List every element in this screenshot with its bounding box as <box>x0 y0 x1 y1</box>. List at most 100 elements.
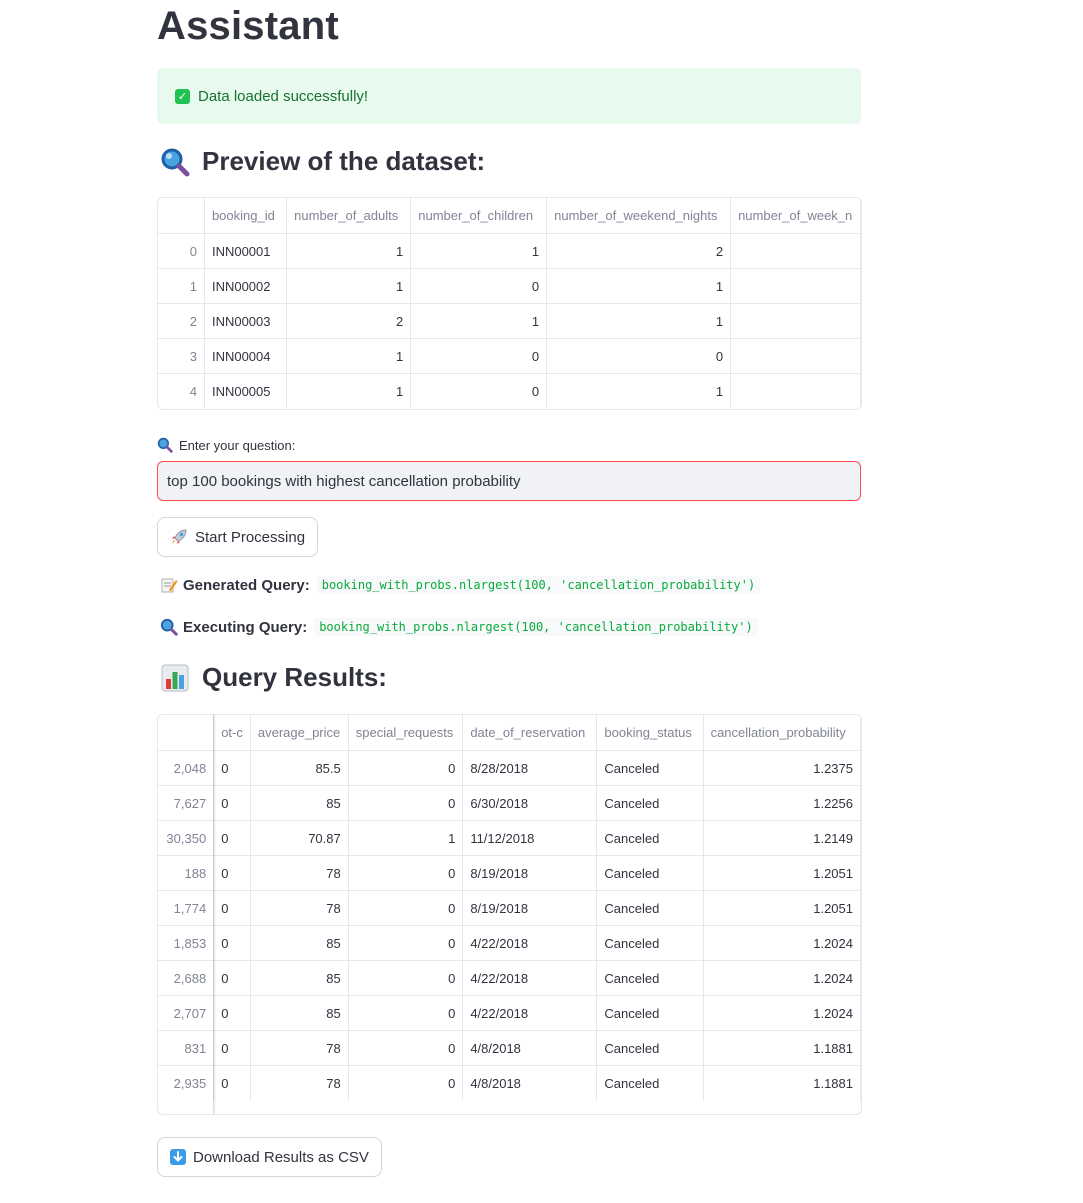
table-cell[interactable]: 85 <box>250 960 349 996</box>
row-index-cell[interactable]: 4 <box>158 373 205 408</box>
table-cell[interactable]: 85 <box>250 925 349 961</box>
column-header[interactable]: number_of_adults <box>286 198 412 234</box>
table-cell[interactable]: Canceled <box>596 785 704 821</box>
column-header[interactable] <box>158 715 215 751</box>
row-index-cell[interactable]: 2,688 <box>158 960 215 996</box>
column-header[interactable]: number_of_week_n <box>730 198 861 234</box>
column-header[interactable]: special_requests <box>348 715 464 751</box>
table-cell[interactable]: Canceled <box>596 1065 704 1100</box>
table-cell[interactable]: 0 <box>213 960 251 996</box>
table-cell[interactable] <box>730 303 861 339</box>
column-header[interactable]: average_price <box>250 715 349 751</box>
table-cell[interactable]: 0 <box>348 995 464 1031</box>
table-cell[interactable]: 4/22/2018 <box>462 960 598 996</box>
column-header[interactable]: ot-c <box>213 715 251 751</box>
table-cell[interactable]: 1.2149 <box>703 820 861 856</box>
table-cell[interactable] <box>730 338 861 374</box>
start-processing-button[interactable]: Start Processing <box>157 517 319 557</box>
table-cell[interactable]: 0 <box>213 995 251 1031</box>
table-cell[interactable]: Canceled <box>596 995 704 1031</box>
table-row[interactable]: 2,707 0 85 0 4/22/2018 Canceled 1.2024 <box>158 995 861 1031</box>
row-index-cell[interactable]: 3 <box>158 338 205 374</box>
table-cell[interactable]: 1.1881 <box>703 1065 861 1100</box>
table-cell[interactable]: 0 <box>213 925 251 961</box>
table-cell[interactable]: INN00003 <box>204 303 288 339</box>
table-cell[interactable]: 1.2375 <box>703 750 861 786</box>
table-cell[interactable]: 85 <box>250 995 349 1031</box>
table-cell[interactable]: 1 <box>410 233 548 269</box>
row-index-cell[interactable]: 0 <box>158 233 205 269</box>
table-cell[interactable]: 78 <box>250 890 349 926</box>
table-cell[interactable]: 4/8/2018 <box>462 1065 598 1100</box>
table-row[interactable]: 7,627 0 85 0 6/30/2018 Canceled 1.2256 <box>158 785 861 821</box>
column-header[interactable]: number_of_weekend_nights <box>546 198 732 234</box>
table-cell[interactable]: 1.2024 <box>703 995 861 1031</box>
row-index-cell[interactable]: 1 <box>158 268 205 304</box>
table-cell[interactable] <box>730 373 861 408</box>
row-index-cell[interactable]: 7,627 <box>158 785 215 821</box>
table-cell[interactable]: Canceled <box>596 820 704 856</box>
row-index-cell[interactable]: 1,774 <box>158 890 215 926</box>
table-cell[interactable]: 78 <box>250 1030 349 1066</box>
table-cell[interactable]: 0 <box>348 785 464 821</box>
table-cell[interactable]: 1 <box>546 268 732 304</box>
row-index-cell[interactable]: 2,048 <box>158 750 215 786</box>
table-cell[interactable]: 8/19/2018 <box>462 855 598 891</box>
table-cell[interactable]: 1.2024 <box>703 960 861 996</box>
table-row[interactable]: 1,853 0 85 0 4/22/2018 Canceled 1.2024 <box>158 925 861 961</box>
table-cell[interactable]: 2 <box>286 303 412 339</box>
table-cell[interactable]: 0 <box>213 750 251 786</box>
table-cell[interactable]: 1 <box>286 233 412 269</box>
table-cell[interactable]: 6/30/2018 <box>462 785 598 821</box>
table-cell[interactable]: 2 <box>546 233 732 269</box>
table-cell[interactable] <box>730 268 861 304</box>
table-cell[interactable]: 85.5 <box>250 750 349 786</box>
row-index-cell[interactable]: 30,350 <box>158 820 215 856</box>
preview-table[interactable]: booking_id number_of_adults number_of_ch… <box>157 197 862 410</box>
table-cell[interactable]: 85 <box>250 785 349 821</box>
table-row[interactable]: 2,688 0 85 0 4/22/2018 Canceled 1.2024 <box>158 960 861 996</box>
table-cell[interactable]: 4/8/2018 <box>462 1030 598 1066</box>
table-cell[interactable]: 0 <box>213 1030 251 1066</box>
table-row[interactable]: 1,774 0 78 0 8/19/2018 Canceled 1.2051 <box>158 890 861 926</box>
table-cell[interactable]: 1 <box>546 373 732 408</box>
table-cell[interactable]: 0 <box>213 890 251 926</box>
table-cell[interactable]: 1 <box>410 303 548 339</box>
column-header[interactable]: cancellation_probability <box>703 715 861 751</box>
table-cell[interactable]: INN00005 <box>204 373 288 408</box>
row-index-cell[interactable]: 2 <box>158 303 205 339</box>
row-index-cell[interactable]: 2,935 <box>158 1065 215 1100</box>
table-row[interactable]: 831 0 78 0 4/8/2018 Canceled 1.1881 <box>158 1030 861 1066</box>
table-cell[interactable] <box>730 233 861 269</box>
table-cell[interactable]: 11/12/2018 <box>462 820 598 856</box>
table-cell[interactable]: Canceled <box>596 925 704 961</box>
table-cell[interactable]: 1 <box>286 373 412 408</box>
table-row[interactable]: 3 INN00004 1 0 0 <box>158 338 861 374</box>
column-header[interactable] <box>158 198 205 234</box>
table-cell[interactable]: 1 <box>348 820 464 856</box>
table-cell[interactable]: 8/19/2018 <box>462 890 598 926</box>
table-cell[interactable]: 0 <box>213 785 251 821</box>
row-index-cell[interactable]: 2,707 <box>158 995 215 1031</box>
table-cell[interactable]: 1.2256 <box>703 785 861 821</box>
column-header[interactable]: booking_status <box>596 715 704 751</box>
column-header[interactable]: booking_id <box>204 198 288 234</box>
table-cell[interactable]: 0 <box>213 855 251 891</box>
table-cell[interactable]: 78 <box>250 1065 349 1100</box>
table-cell[interactable]: 70.87 <box>250 820 349 856</box>
table-cell[interactable]: INN00001 <box>204 233 288 269</box>
table-row[interactable]: 2 INN00003 2 1 1 <box>158 303 861 339</box>
row-index-cell[interactable]: 1,853 <box>158 925 215 961</box>
table-cell[interactable]: 0 <box>348 1065 464 1100</box>
table-cell[interactable]: 0 <box>348 1030 464 1066</box>
table-cell[interactable]: 0 <box>348 960 464 996</box>
table-cell[interactable]: Canceled <box>596 855 704 891</box>
table-cell[interactable]: 0 <box>546 338 732 374</box>
table-cell[interactable]: 1.2051 <box>703 855 861 891</box>
table-row[interactable]: 188 0 78 0 8/19/2018 Canceled 1.2051 <box>158 855 861 891</box>
table-cell[interactable]: Canceled <box>596 1030 704 1066</box>
table-cell[interactable]: INN00002 <box>204 268 288 304</box>
table-row[interactable]: 0 INN00001 1 1 2 <box>158 233 861 269</box>
table-cell[interactable]: Canceled <box>596 750 704 786</box>
table-cell[interactable]: 0 <box>213 1065 251 1100</box>
